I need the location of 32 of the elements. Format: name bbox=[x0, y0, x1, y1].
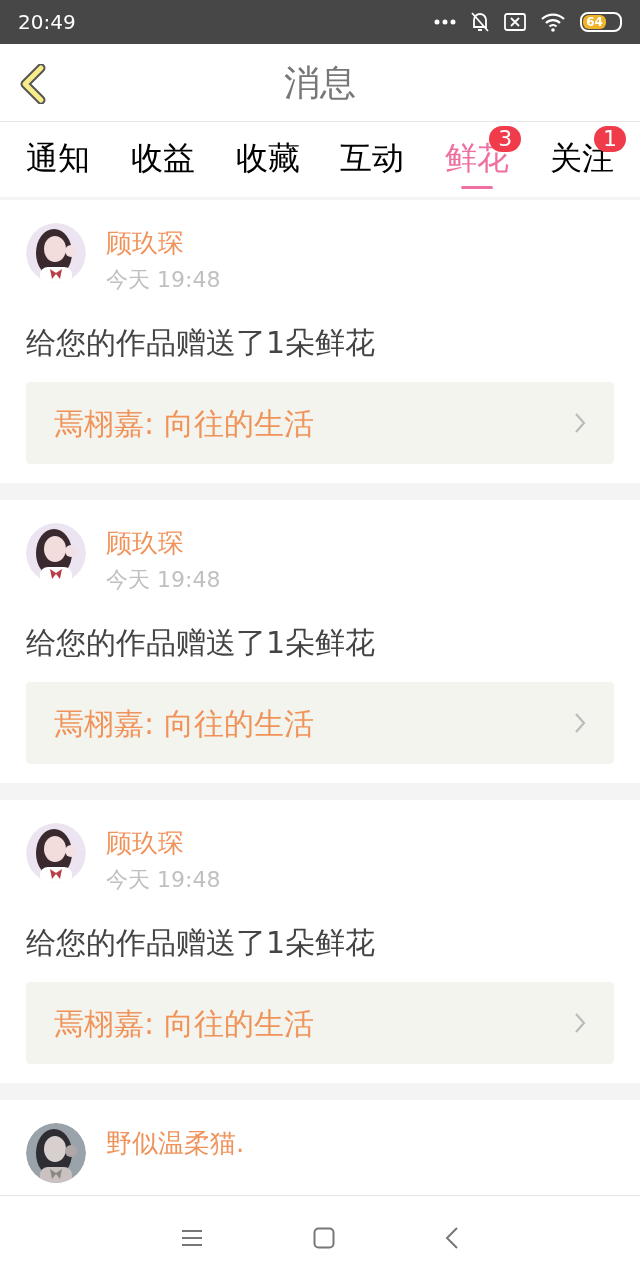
work-link[interactable]: 焉栩嘉: 向往的生活 bbox=[26, 682, 614, 764]
work-link[interactable]: 焉栩嘉: 向往的生活 bbox=[26, 982, 614, 1064]
tab[interactable]: 收益 bbox=[130, 136, 195, 189]
back-chevron-icon bbox=[19, 64, 47, 104]
back-icon[interactable] bbox=[445, 1226, 459, 1250]
chevron-right-icon bbox=[574, 412, 586, 434]
sender-name[interactable]: 顾玖琛 bbox=[106, 523, 221, 563]
menu-icon[interactable] bbox=[181, 1229, 203, 1247]
more-dots-icon bbox=[434, 19, 456, 25]
home-square-icon[interactable] bbox=[313, 1227, 335, 1249]
sender-name[interactable]: 野似温柔猫. bbox=[106, 1123, 245, 1163]
page-title: 消息 bbox=[284, 60, 356, 105]
sim-off-icon bbox=[504, 13, 526, 31]
message-time: 今天 19:48 bbox=[106, 866, 221, 894]
chevron-right-icon bbox=[574, 712, 586, 734]
muted-bell-icon bbox=[470, 11, 490, 33]
message-text: 给您的作品赠送了1朵鲜花 bbox=[26, 324, 377, 362]
tab[interactable]: 互动 bbox=[340, 136, 405, 189]
chevron-right-icon bbox=[574, 1012, 586, 1034]
message-text: 给您的作品赠送了1朵鲜花 bbox=[26, 924, 377, 962]
message-time: 今天 19:48 bbox=[106, 566, 221, 594]
back-button[interactable] bbox=[18, 64, 48, 104]
sender-name[interactable]: 顾玖琛 bbox=[106, 823, 221, 863]
message-time: 今天 19:48 bbox=[106, 266, 221, 294]
wifi-icon bbox=[540, 12, 566, 32]
message-text: 给您的作品赠送了1朵鲜花 bbox=[26, 624, 377, 662]
battery-level: 64 bbox=[586, 16, 603, 28]
sender-name[interactable]: 顾玖琛 bbox=[106, 223, 221, 263]
status-time: 20:49 bbox=[18, 9, 76, 36]
tab[interactable]: 通知 bbox=[26, 136, 90, 189]
tab[interactable]: 收藏 bbox=[235, 136, 300, 189]
work-link[interactable]: 焉栩嘉: 向往的生活 bbox=[26, 382, 614, 464]
